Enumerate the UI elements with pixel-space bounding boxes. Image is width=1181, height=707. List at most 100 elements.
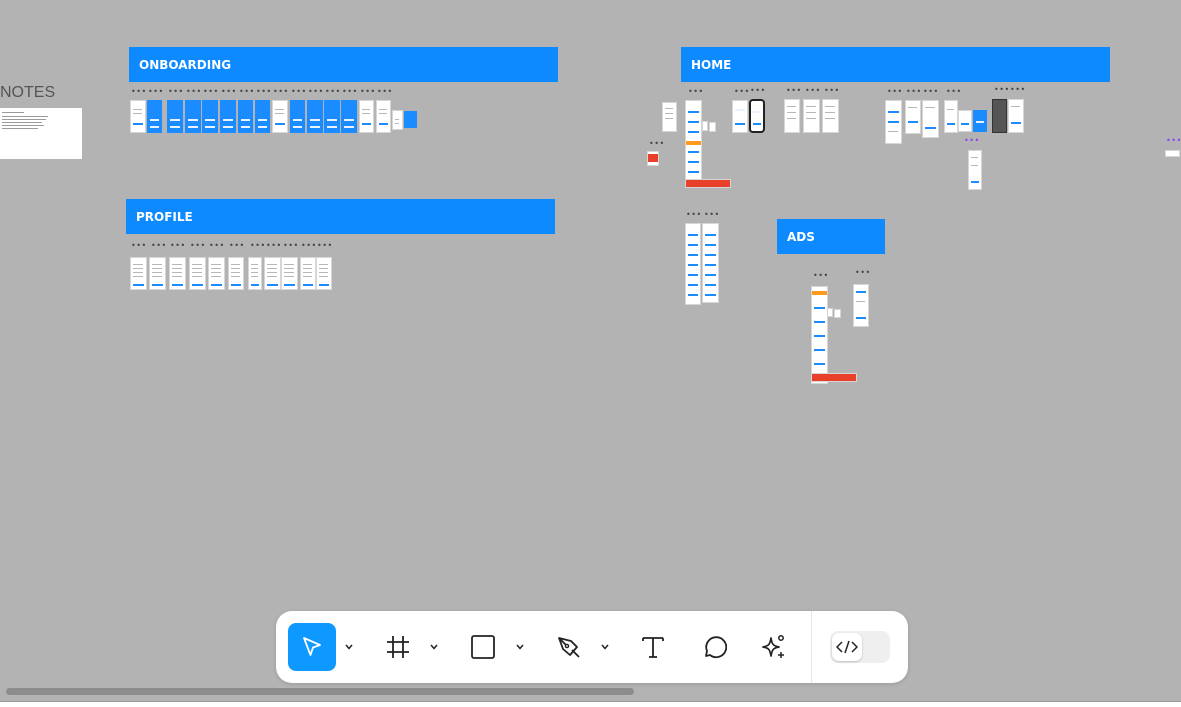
frame-menu-label[interactable]: ••• (342, 88, 358, 96)
frame-thumbnail[interactable] (973, 110, 987, 132)
frame-thumbnail[interactable] (685, 100, 702, 184)
frame-thumbnail[interactable] (281, 257, 298, 290)
frame-menu-label[interactable]: ••• (734, 88, 750, 96)
frame-thumbnail[interactable] (169, 257, 186, 290)
frame-menu-label[interactable]: ••• (923, 88, 939, 96)
frame-thumbnail[interactable] (220, 100, 236, 133)
frame-menu-label[interactable]: ••• (308, 88, 324, 96)
frame-menu-label[interactable]: ••• (994, 86, 1010, 94)
frame-thumbnail[interactable] (749, 99, 765, 133)
frame-menu-label[interactable]: ••• (964, 137, 980, 145)
frame-thumbnail[interactable] (811, 373, 857, 382)
frame-thumbnail[interactable] (307, 100, 323, 133)
frame-menu-label[interactable]: ••• (824, 87, 840, 95)
frame-thumbnail[interactable] (341, 100, 357, 133)
actions-tool-button[interactable] (750, 623, 798, 671)
frame-thumbnail[interactable] (685, 223, 701, 305)
frame-menu-label[interactable]: ••• (170, 242, 186, 250)
frame-menu-label[interactable]: ••• (291, 88, 307, 96)
frame-thumbnail[interactable] (404, 111, 417, 128)
frame-thumbnail[interactable] (290, 100, 305, 133)
frame-thumbnail[interactable] (392, 110, 403, 130)
horizontal-scrollbar[interactable] (6, 688, 634, 695)
frame-thumbnail[interactable] (834, 309, 841, 318)
frame-thumbnail[interactable] (803, 99, 820, 133)
frame-thumbnail[interactable] (853, 284, 869, 327)
frame-thumbnail[interactable] (324, 100, 340, 133)
frame-menu-label[interactable]: ••• (151, 242, 167, 250)
frame-thumbnail[interactable] (685, 179, 731, 188)
frame-menu-label[interactable]: ••• (256, 88, 272, 96)
frame-menu-label[interactable]: ••• (686, 211, 702, 219)
move-tool-chevron[interactable] (341, 623, 357, 671)
frame-menu-label[interactable]: ••• (283, 242, 299, 250)
frame-menu-label[interactable]: ••• (266, 242, 282, 250)
frame-menu-label[interactable]: ••• (805, 87, 821, 95)
frame-menu-label[interactable]: ••• (131, 242, 147, 250)
frame-menu-label[interactable]: ••• (190, 242, 206, 250)
section-profile-header[interactable]: PROFILE (126, 199, 555, 234)
frame-menu-label[interactable]: ••• (209, 242, 225, 250)
frame-thumbnail[interactable] (202, 100, 218, 133)
frame-menu-label[interactable]: ••• (649, 140, 665, 148)
frame-thumbnail[interactable] (922, 100, 939, 138)
frame-menu-label[interactable]: ••• (887, 88, 903, 96)
text-tool-button[interactable] (629, 623, 677, 671)
section-home-header[interactable]: HOME (681, 47, 1110, 82)
frame-thumbnail[interactable] (359, 100, 374, 133)
frame-menu-label[interactable]: ••• (131, 88, 147, 96)
move-tool-button[interactable] (288, 623, 336, 671)
frame-thumbnail[interactable] (811, 286, 828, 384)
frame-thumbnail[interactable] (732, 100, 748, 133)
frame-menu-label[interactable]: ••• (360, 88, 376, 96)
section-ads-header[interactable]: ADS (777, 219, 885, 254)
frame-menu-label[interactable]: ••• (377, 88, 393, 96)
frame-thumbnail[interactable] (784, 99, 800, 133)
frame-menu-label[interactable]: ••• (688, 88, 704, 96)
frame-menu-label[interactable]: ••• (1010, 86, 1026, 94)
frame-thumbnail[interactable] (130, 100, 146, 133)
frame-menu-label[interactable]: ••• (946, 88, 962, 96)
frame-menu-label[interactable]: ••• (239, 88, 255, 96)
frame-thumbnail[interactable] (827, 308, 833, 317)
frame-tool-chevron[interactable] (426, 623, 442, 671)
section-onboarding-header[interactable]: ONBOARDING (129, 47, 558, 82)
frame-thumbnail[interactable] (944, 100, 958, 133)
frame-thumbnail[interactable] (149, 257, 166, 290)
frame-menu-label[interactable]: ••• (786, 87, 802, 95)
frame-thumbnail[interactable] (709, 122, 716, 132)
frame-thumbnail[interactable] (662, 102, 677, 132)
frame-menu-label[interactable]: ••• (704, 211, 720, 219)
frame-menu-label[interactable]: ••• (168, 88, 184, 96)
frame-thumbnail[interactable] (647, 151, 659, 166)
frame-menu-label[interactable]: ••• (186, 88, 202, 96)
frame-thumbnail[interactable] (147, 100, 162, 133)
frame-menu-label[interactable]: ••• (317, 242, 333, 250)
frame-thumbnail[interactable] (702, 121, 708, 131)
frame-menu-label[interactable]: ••• (855, 269, 871, 277)
frame-menu-label[interactable]: ••• (906, 88, 922, 96)
frame-menu-label[interactable]: ••• (250, 242, 266, 250)
frame-thumbnail[interactable] (228, 257, 244, 290)
frame-thumbnail[interactable] (1165, 150, 1180, 157)
rectangle-tool-chevron[interactable] (512, 623, 528, 671)
frame-menu-label[interactable]: ••• (229, 242, 245, 250)
frame-menu-label[interactable]: ••• (273, 88, 289, 96)
frame-thumbnail[interactable] (185, 100, 201, 133)
frame-menu-label[interactable]: ••• (325, 88, 341, 96)
notes-card[interactable] (0, 108, 82, 159)
frame-thumbnail[interactable] (130, 257, 147, 290)
frame-menu-label[interactable]: ••• (750, 87, 766, 95)
pen-tool-chevron[interactable] (597, 623, 613, 671)
frame-menu-label[interactable]: ••• (221, 88, 237, 96)
frame-thumbnail[interactable] (376, 100, 391, 133)
frame-menu-label[interactable]: ••• (148, 88, 164, 96)
frame-thumbnail[interactable] (702, 223, 719, 303)
frame-menu-label[interactable]: ••• (813, 272, 829, 280)
frame-thumbnail[interactable] (905, 100, 921, 134)
frame-thumbnail[interactable] (272, 100, 288, 133)
frame-thumbnail[interactable] (958, 110, 972, 132)
frame-thumbnail[interactable] (238, 100, 253, 133)
frame-thumbnail[interactable] (992, 99, 1007, 133)
frame-thumbnail[interactable] (316, 257, 332, 290)
